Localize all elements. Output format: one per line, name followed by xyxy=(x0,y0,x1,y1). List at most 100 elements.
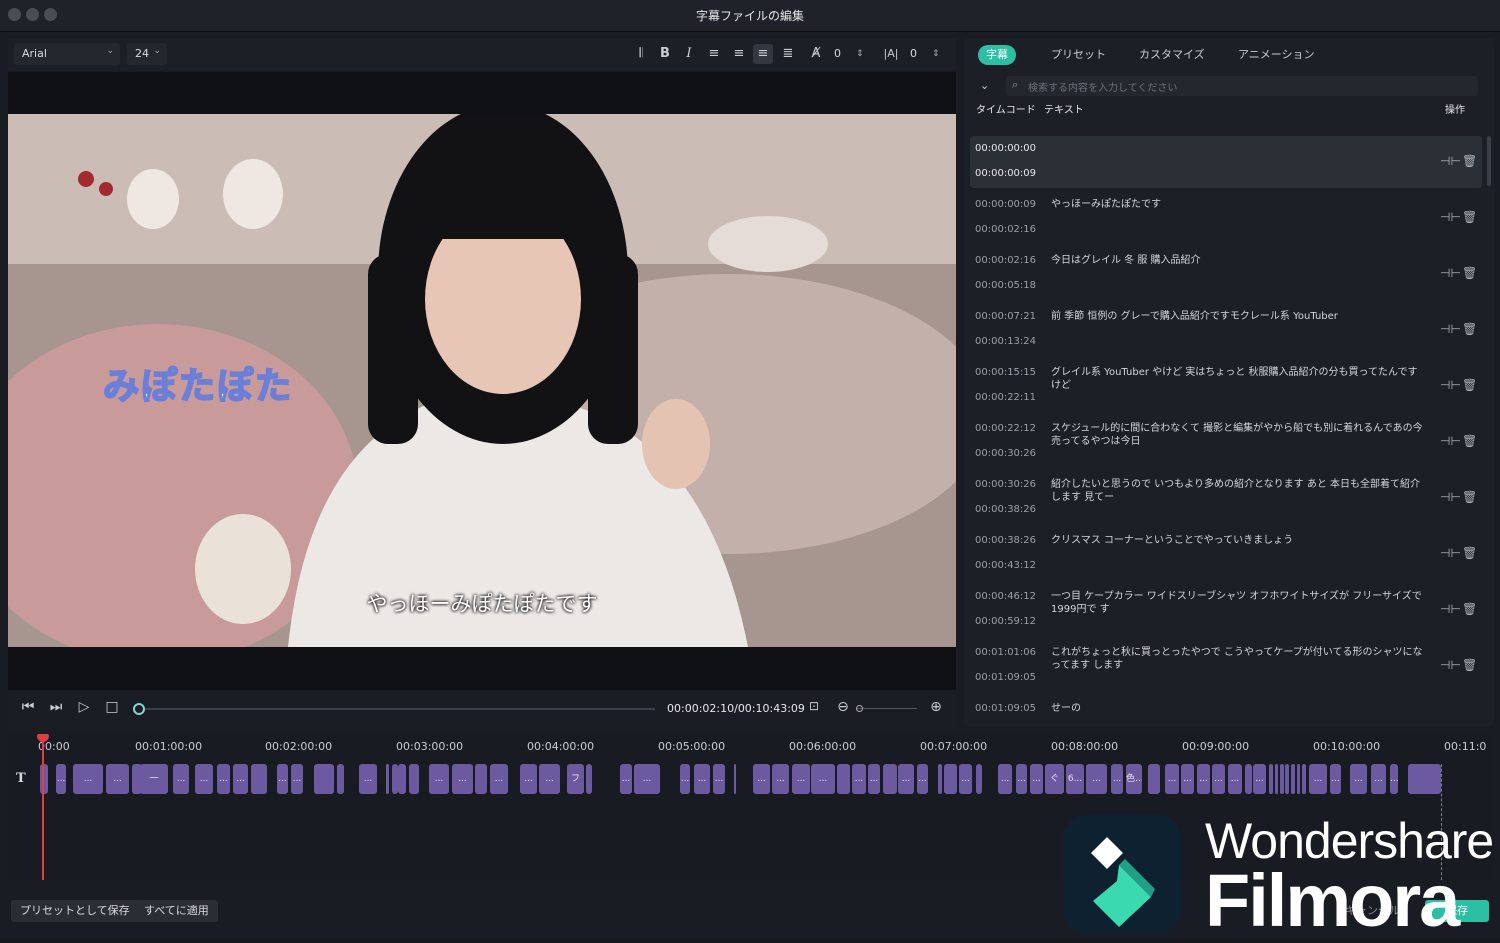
subtitle-row[interactable]: 00:00:00:00 00:00:00:09 ⊣⊢ 🗑 xyxy=(970,136,1482,188)
trash-icon[interactable]: 🗑 xyxy=(1462,210,1477,224)
subtitle-text[interactable]: これがちょっと秋に買っとったやつで こうやってケープが付いてる形のシャツになって… xyxy=(1051,646,1429,672)
start-timecode[interactable]: 00:00:30:26 xyxy=(975,479,1036,490)
subtitle-clip[interactable]: ... xyxy=(1086,764,1107,794)
subtitle-clip[interactable]: ... xyxy=(1371,764,1386,794)
start-timecode[interactable]: 00:01:09:05 xyxy=(975,703,1036,714)
letter-spacing-stepper[interactable]: 0 ⇕ xyxy=(834,44,868,64)
tab-subtitles[interactable]: 字幕 xyxy=(978,45,1016,65)
subtitle-clip[interactable]: ... xyxy=(694,764,710,794)
subtitle-clip[interactable]: ... xyxy=(1253,764,1266,794)
split-icon[interactable]: ⊣⊢ xyxy=(1440,322,1461,336)
split-icon[interactable]: ⊣⊢ xyxy=(1440,266,1461,280)
font-size-select[interactable]: 24 ⌄ xyxy=(127,43,167,65)
subtitle-clip[interactable] xyxy=(1269,764,1273,794)
tab-presets[interactable]: プリセット xyxy=(1043,45,1114,65)
align-center-icon[interactable]: ≡ xyxy=(753,44,773,64)
subtitle-clip[interactable] xyxy=(251,764,267,794)
end-timecode[interactable]: 00:00:38:26 xyxy=(975,504,1036,515)
end-timecode[interactable]: 00:00:00:09 xyxy=(975,168,1036,179)
split-icon[interactable]: ⊣⊢ xyxy=(1440,490,1461,504)
trash-icon[interactable]: 🗑 xyxy=(1462,546,1477,560)
subtitle-clip[interactable] xyxy=(475,764,487,794)
split-icon[interactable]: ⊣⊢ xyxy=(1440,602,1461,616)
subtitle-clip[interactable] xyxy=(1297,764,1300,794)
subtitle-clip[interactable] xyxy=(944,764,957,794)
subtitle-row[interactable]: 00:00:38:26 00:00:43:12 クリスマス コーナーということでやっ… xyxy=(970,528,1482,580)
subtitle-clip[interactable] xyxy=(976,764,982,794)
subtitle-clip[interactable]: ... xyxy=(634,764,660,794)
fit-screen-icon[interactable]: ⊡ xyxy=(805,699,823,713)
subtitle-clip[interactable]: ... xyxy=(1390,764,1398,794)
subtitle-clip[interactable] xyxy=(1275,764,1278,794)
subtitle-clip[interactable]: ... xyxy=(811,764,835,794)
start-timecode[interactable]: 00:01:01:06 xyxy=(975,647,1036,658)
subtitle-clip[interactable]: ぐ xyxy=(1045,764,1064,794)
subtitle-text[interactable]: 前 季節 恒例の グレーで購入品紹介ですモクレール系 YouTuber xyxy=(1051,310,1429,323)
split-icon[interactable]: ⊣⊢ xyxy=(1440,154,1461,168)
subtitle-clip[interactable]: ... xyxy=(106,764,129,794)
end-timecode[interactable]: 00:00:02:16 xyxy=(975,224,1036,235)
apply-all-button[interactable]: すべてに適用 xyxy=(135,900,218,922)
trash-icon[interactable]: 🗑 xyxy=(1462,266,1477,280)
stop-icon[interactable]: □ xyxy=(103,699,121,715)
subtitle-clip[interactable]: ... xyxy=(1016,764,1027,794)
subtitle-clip[interactable] xyxy=(314,764,334,794)
subtitle-clip[interactable]: ... xyxy=(680,764,690,794)
tab-animation[interactable]: アニメーション xyxy=(1230,45,1323,65)
start-timecode[interactable]: 00:00:22:12 xyxy=(975,423,1036,434)
end-timecode[interactable]: 00:00:30:26 xyxy=(975,448,1036,459)
split-icon[interactable]: ⊣⊢ xyxy=(1440,546,1461,560)
subtitle-clip[interactable] xyxy=(1245,764,1252,794)
play-icon[interactable]: ▷ xyxy=(75,699,93,715)
subtitle-clip[interactable] xyxy=(1408,764,1441,794)
subtitle-clip[interactable]: ... xyxy=(959,764,972,794)
subtitle-row[interactable]: 00:00:15:15 00:00:22:11 グレイル系 YouTuber やけど… xyxy=(970,360,1482,412)
line-spacing-icon[interactable]: |A| xyxy=(881,44,901,64)
start-timecode[interactable]: 00:00:15:15 xyxy=(975,367,1036,378)
subtitle-clip[interactable]: ... xyxy=(1197,764,1210,794)
subtitle-text[interactable]: 一つ目 ケープカラー ワイドスリーブシャツ オフホワイトサイズが フリーサイズで… xyxy=(1051,590,1429,616)
subtitle-clip[interactable] xyxy=(386,764,389,794)
trash-icon[interactable]: 🗑 xyxy=(1462,490,1477,504)
subtitle-clip[interactable] xyxy=(1285,764,1289,794)
end-timecode[interactable]: 00:01:09:05 xyxy=(975,672,1036,683)
end-timecode[interactable]: 00:00:59:12 xyxy=(975,616,1036,627)
trash-icon[interactable]: 🗑 xyxy=(1462,602,1477,616)
zoom-slider-handle[interactable] xyxy=(856,705,863,712)
subtitle-row[interactable]: 00:00:07:21 00:00:13:24 前 季節 恒例の グレーで購入品紹介… xyxy=(970,304,1482,356)
stepper-arrows-icon[interactable]: ⇕ xyxy=(856,44,864,64)
subtitle-row[interactable]: 00:00:02:16 00:00:05:18 今日はグレイル 冬 服 購入品紹介 ⊣… xyxy=(970,248,1482,300)
subtitle-clip[interactable]: ... xyxy=(277,764,288,794)
trash-icon[interactable]: 🗑 xyxy=(1462,322,1477,336)
italic-icon[interactable]: I xyxy=(679,44,699,64)
subtitle-clip[interactable] xyxy=(1280,764,1284,794)
subtitle-clip[interactable]: ... xyxy=(620,764,632,794)
collapse-chevron-icon[interactable]: ⌄ xyxy=(980,79,989,92)
subtitle-clip[interactable] xyxy=(938,764,942,794)
subtitle-clip[interactable]: ... xyxy=(195,764,213,794)
subtitle-clip[interactable]: ... xyxy=(1030,764,1043,794)
subtitle-clip[interactable]: ... xyxy=(1350,764,1367,794)
subtitle-row[interactable]: 00:00:00:09 00:00:02:16 やっほーみぽたぽたです ⊣⊢ 🗑 xyxy=(970,192,1482,244)
subtitle-clip[interactable] xyxy=(1148,764,1160,794)
prev-frame-icon[interactable]: ⏮ xyxy=(19,699,37,715)
align-justify-icon[interactable]: ≣ xyxy=(778,44,798,64)
subtitle-clip[interactable] xyxy=(1302,764,1306,794)
subtitle-clip[interactable]: ... xyxy=(291,764,303,794)
subtitle-clip[interactable]: ... xyxy=(490,764,508,794)
subtitle-preview-text[interactable]: やっほーみぽたぽたです xyxy=(8,588,956,618)
subtitle-clip[interactable]: ... xyxy=(792,764,810,794)
bold-icon[interactable]: B xyxy=(655,44,675,64)
end-timecode[interactable]: 00:00:22:11 xyxy=(975,392,1036,403)
subtitle-row[interactable]: 00:00:46:12 00:00:59:12 一つ目 ケープカラー ワイドスリーブ… xyxy=(970,584,1482,636)
subtitle-row[interactable]: 00:01:01:06 00:01:09:05 これがちょっと秋に買っとったやつで … xyxy=(970,640,1482,692)
subtitle-clip[interactable]: ... xyxy=(868,764,880,794)
seek-bar[interactable] xyxy=(140,708,655,710)
tab-customize[interactable]: カスタマイズ xyxy=(1131,45,1213,65)
subtitle-clip[interactable]: 色... xyxy=(1126,764,1142,794)
subtitle-clip[interactable]: ... xyxy=(1330,764,1341,794)
subtitle-clip[interactable]: ... xyxy=(429,764,449,794)
trash-icon[interactable]: 🗑 xyxy=(1462,154,1477,168)
end-timecode[interactable]: 00:00:05:18 xyxy=(975,280,1036,291)
trash-icon[interactable]: 🗑 xyxy=(1462,378,1477,392)
